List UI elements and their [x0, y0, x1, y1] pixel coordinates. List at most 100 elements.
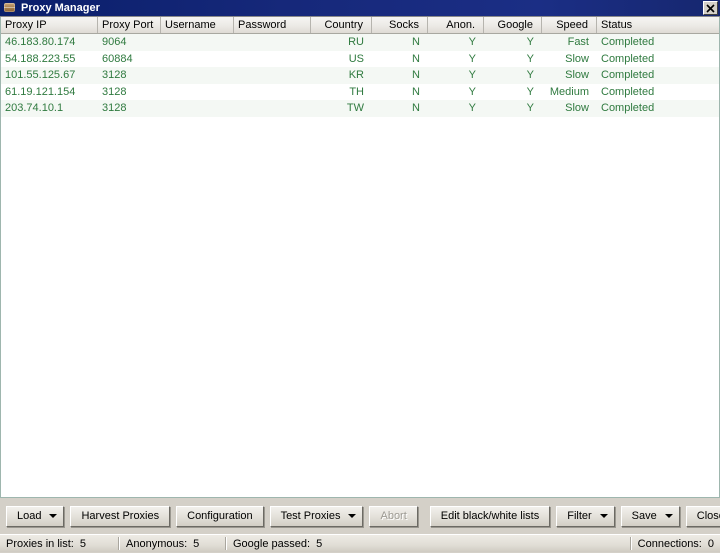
column-header-country[interactable]: Country — [311, 17, 372, 33]
column-header-speed[interactable]: Speed — [542, 17, 597, 33]
cell-speed: Slow — [565, 69, 589, 82]
close-button[interactable]: Close — [685, 505, 720, 527]
cell-socks: N — [412, 36, 420, 49]
cell-anon: Y — [468, 52, 476, 65]
save-label: Save — [631, 509, 657, 522]
test-proxies-label: Test Proxies — [280, 509, 341, 522]
table-row[interactable]: 101.55.125.67 3128 KR N Y Y Slow Complet… — [1, 67, 719, 84]
close-button-label: Close — [696, 509, 720, 522]
chevron-down-icon — [49, 514, 58, 518]
cell-proxy-port: 9064 — [102, 36, 127, 49]
proxy-manager-window: Proxy Manager Proxy IP Proxy Port Userna… — [0, 0, 720, 552]
chevron-down-icon — [664, 514, 673, 518]
cell-status: Completed — [601, 85, 655, 98]
cell-proxy-port: 3128 — [102, 85, 127, 98]
configuration-button[interactable]: Configuration — [176, 505, 264, 527]
cell-google: Y — [526, 52, 534, 65]
window-title: Proxy Manager — [21, 1, 100, 14]
column-header-socks[interactable]: Socks — [372, 17, 428, 33]
cell-proxy-ip: 46.183.80.174 — [5, 36, 76, 49]
table-row[interactable]: 46.183.80.174 9064 RU N Y Y Fast Complet… — [1, 34, 719, 51]
cell-proxy-ip: 54.188.223.55 — [5, 52, 76, 65]
harvest-proxies-button[interactable]: Harvest Proxies — [70, 505, 171, 527]
cell-anon: Y — [468, 85, 476, 98]
cell-anon: Y — [468, 69, 476, 82]
cell-speed: Slow — [565, 52, 589, 65]
cell-status: Completed — [601, 36, 655, 49]
cell-speed: Slow — [565, 102, 589, 115]
cell-proxy-ip: 203.74.10.1 — [5, 102, 64, 115]
harvest-proxies-label: Harvest Proxies — [81, 509, 160, 522]
column-header-username[interactable]: Username — [161, 17, 234, 33]
test-proxies-button[interactable]: Test Proxies — [269, 505, 364, 527]
cell-country: RU — [348, 36, 364, 49]
column-header-password[interactable]: Password — [234, 17, 311, 33]
close-window-button[interactable] — [703, 1, 718, 15]
cell-google: Y — [526, 36, 534, 49]
filter-label: Filter — [567, 509, 592, 522]
cell-proxy-port: 3128 — [102, 69, 127, 82]
proxies-in-list-value: 5 — [79, 537, 86, 550]
proxies-in-list-label: Proxies in list: — [6, 537, 74, 550]
cell-anon: Y — [468, 102, 476, 115]
cell-google: Y — [526, 102, 534, 115]
connections-label: Connections: — [637, 537, 702, 550]
cell-proxy-port: 60884 — [102, 52, 133, 65]
anonymous-value: 5 — [193, 537, 200, 550]
cell-status: Completed — [601, 102, 655, 115]
close-icon — [706, 3, 715, 13]
chevron-down-icon — [348, 514, 357, 518]
cell-proxy-port: 3128 — [102, 102, 127, 115]
edit-black-white-lists-label: Edit black/white lists — [440, 509, 540, 522]
cell-speed: Fast — [567, 36, 589, 49]
status-google-passed: Google passed: 5 — [227, 535, 328, 553]
cell-status: Completed — [601, 52, 655, 65]
cell-anon: Y — [468, 36, 476, 49]
anonymous-label: Anonymous: — [126, 537, 188, 550]
table-body: 46.183.80.174 9064 RU N Y Y Fast Complet… — [1, 34, 719, 497]
cell-status: Completed — [601, 69, 655, 82]
cell-country: TH — [349, 85, 364, 98]
cell-socks: N — [412, 85, 420, 98]
cell-proxy-ip: 61.19.121.154 — [5, 85, 76, 98]
cell-socks: N — [412, 69, 420, 82]
cell-proxy-ip: 101.55.125.67 — [5, 69, 76, 82]
globe-icon — [3, 2, 17, 14]
column-header-proxy-port[interactable]: Proxy Port — [98, 17, 161, 33]
filter-button[interactable]: Filter — [556, 505, 615, 527]
status-connections: Connections: 0 — [632, 535, 720, 553]
column-header-proxy-ip[interactable]: Proxy IP — [1, 17, 98, 33]
load-button[interactable]: Load — [6, 505, 65, 527]
edit-black-white-lists-button[interactable]: Edit black/white lists — [429, 505, 551, 527]
column-header-google[interactable]: Google — [484, 17, 542, 33]
save-button[interactable]: Save — [620, 505, 680, 527]
cell-socks: N — [412, 52, 420, 65]
cell-country: KR — [348, 69, 364, 82]
table-row[interactable]: 54.188.223.55 60884 US N Y Y Slow Comple… — [1, 51, 719, 68]
status-anonymous: Anonymous: 5 — [120, 535, 225, 553]
proxy-table-panel: Proxy IP Proxy Port Username Password Co… — [0, 17, 720, 498]
table-header-row: Proxy IP Proxy Port Username Password Co… — [1, 17, 719, 34]
cell-google: Y — [526, 85, 534, 98]
column-header-status[interactable]: Status — [597, 17, 719, 33]
cell-speed: Medium — [549, 85, 589, 98]
google-passed-label: Google passed: — [233, 537, 311, 550]
cell-google: Y — [526, 69, 534, 82]
cell-socks: N — [412, 102, 420, 115]
cell-country: US — [348, 52, 364, 65]
column-header-anon[interactable]: Anon. — [428, 17, 484, 33]
status-bar: Proxies in list: 5 Anonymous: 5 Google p… — [0, 534, 720, 552]
chevron-down-icon — [599, 514, 608, 518]
connections-value: 0 — [707, 537, 714, 550]
cell-country: TW — [346, 102, 364, 115]
abort-label: Abort — [380, 509, 407, 522]
table-row[interactable]: 61.19.121.154 3128 TH N Y Y Medium Compl… — [1, 84, 719, 101]
status-proxies-in-list: Proxies in list: 5 — [0, 535, 118, 553]
toolbar: Load Harvest Proxies Configuration Test … — [0, 498, 720, 534]
title-bar: Proxy Manager — [0, 0, 720, 17]
abort-button: Abort — [369, 505, 418, 527]
table-row[interactable]: 203.74.10.1 3128 TW N Y Y Slow Completed — [1, 100, 719, 117]
configuration-label: Configuration — [187, 509, 253, 522]
google-passed-value: 5 — [316, 537, 323, 550]
load-button-label: Load — [17, 509, 42, 522]
